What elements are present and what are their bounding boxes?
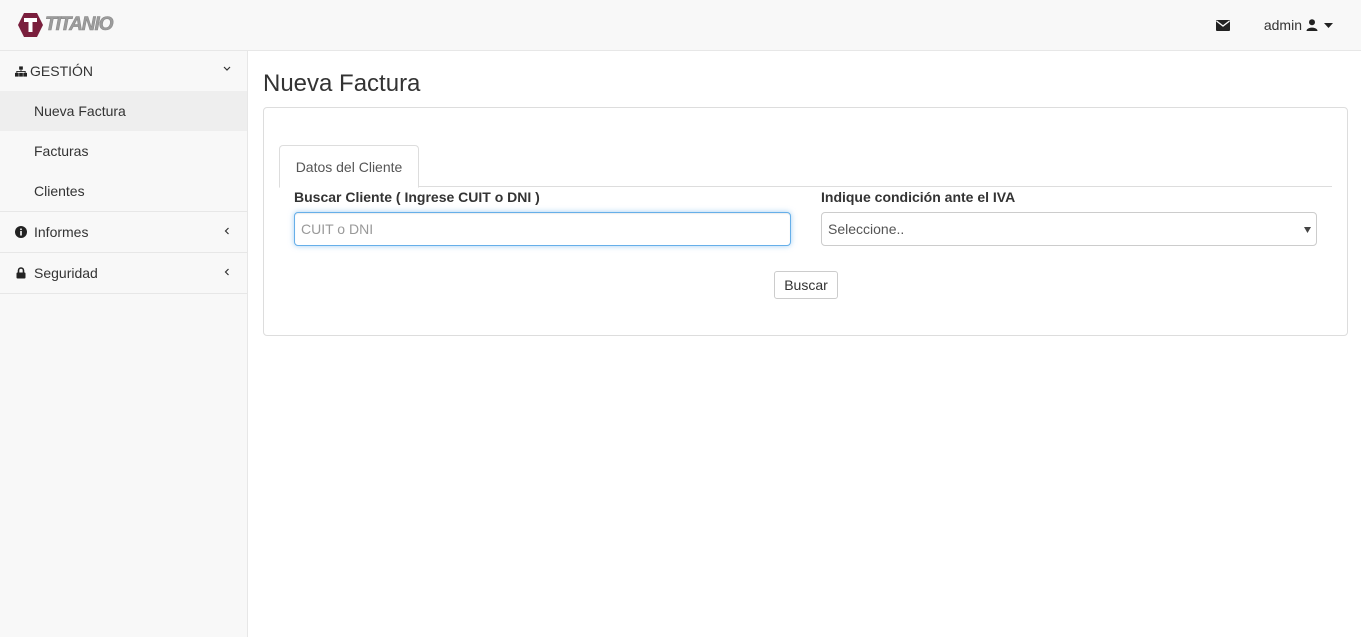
top-navbar: TITANIO admin	[0, 0, 1361, 51]
sidebar-section-gestion[interactable]: GESTIÓN	[0, 51, 247, 91]
iva-selected-value: Seleccione..	[828, 221, 905, 237]
envelope-icon	[1215, 19, 1230, 31]
sidebar-section-seguridad[interactable]: Seguridad	[0, 253, 247, 294]
brand-text: TITANIO	[45, 14, 114, 36]
select-caret-icon	[1304, 227, 1311, 233]
page-title: Nueva Factura	[263, 70, 421, 97]
sidebar-item-clientes[interactable]: Clientes	[0, 171, 247, 211]
buscar-button[interactable]: Buscar	[774, 271, 838, 299]
sidebar: GESTIÓN Nueva Factura Facturas Clientes …	[0, 51, 248, 637]
user-name: admin	[1263, 17, 1302, 33]
info-circle-icon	[15, 226, 27, 238]
sidebar-item-label: Facturas	[34, 143, 89, 159]
titanio-logo-icon	[18, 13, 43, 37]
invoice-panel: Datos del Cliente Buscar Cliente ( Ingre…	[263, 107, 1348, 336]
chevron-down-icon	[223, 66, 231, 71]
sidebar-item-label: Clientes	[34, 183, 85, 199]
sidebar-item-facturas[interactable]: Facturas	[0, 131, 247, 171]
sidebar-item-nueva-factura[interactable]: Nueva Factura	[0, 91, 247, 131]
sidebar-section-informes[interactable]: Informes	[0, 212, 247, 253]
sitemap-icon	[15, 65, 27, 77]
chevron-left-icon	[224, 227, 229, 235]
messages-button[interactable]	[1203, 0, 1243, 50]
caret-down-icon	[1324, 22, 1333, 28]
user-menu-toggle[interactable]: admin	[1249, 0, 1361, 50]
sidebar-section-label: Informes	[34, 224, 89, 240]
sidebar-group-gestion: GESTIÓN Nueva Factura Facturas Clientes	[0, 51, 247, 212]
tab-datos-del-cliente[interactable]: Datos del Cliente	[279, 145, 419, 188]
cuit-dni-input[interactable]	[294, 212, 791, 246]
brand-logo[interactable]: TITANIO	[17, 12, 114, 38]
sidebar-item-label: Nueva Factura	[34, 103, 126, 119]
lock-icon	[15, 267, 27, 279]
chevron-left-icon	[224, 268, 229, 276]
tab-bar: Datos del Cliente	[279, 145, 1332, 188]
iva-condition-select[interactable]: Seleccione..	[821, 212, 1317, 246]
cliente-search-label: Buscar Cliente ( Ingrese CUIT o DNI )	[294, 189, 540, 205]
iva-condition-label: Indique condición ante el IVA	[821, 189, 1016, 205]
sidebar-section-label: Seguridad	[34, 265, 98, 281]
sidebar-section-label: GESTIÓN	[30, 63, 94, 79]
user-icon	[1306, 19, 1318, 31]
